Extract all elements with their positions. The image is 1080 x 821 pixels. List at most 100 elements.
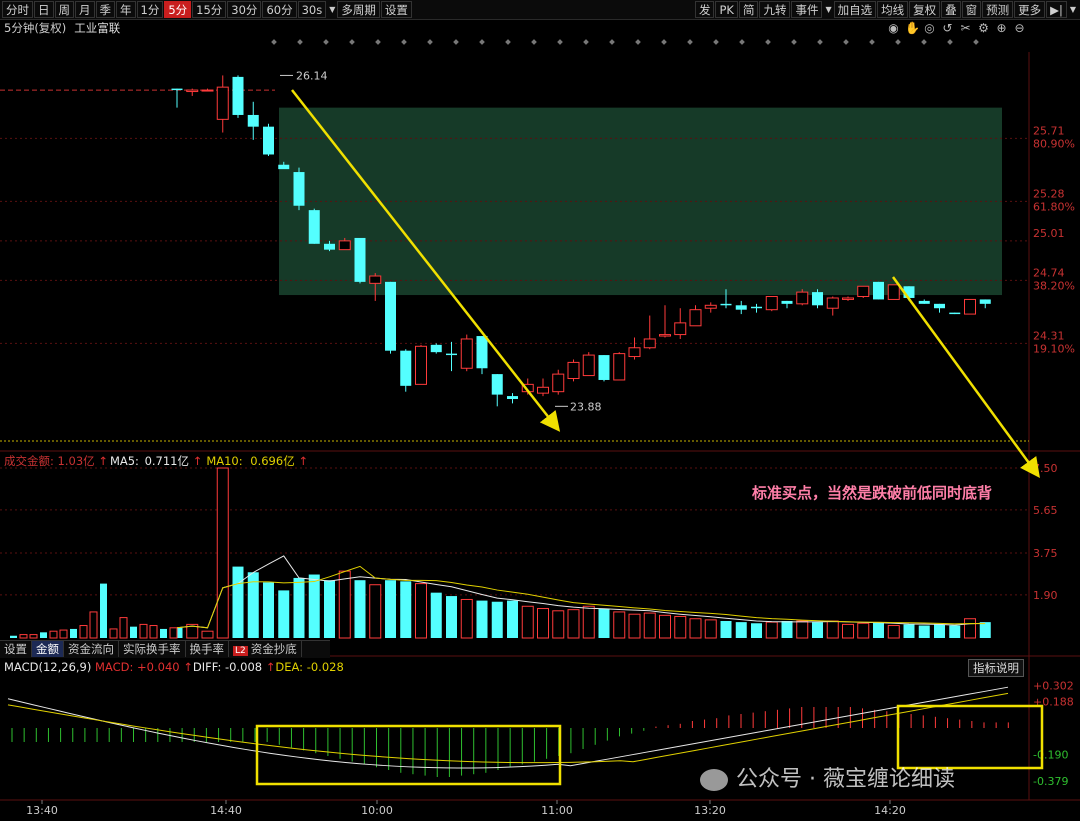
price-axis-label: 24.31 <box>1033 329 1065 342</box>
candle <box>628 347 641 358</box>
candle <box>735 305 747 310</box>
macd-axis-label: +0.302 <box>1033 680 1074 693</box>
event-marker <box>583 39 589 45</box>
candle <box>812 292 823 306</box>
candle <box>949 312 961 315</box>
volume-bar <box>169 627 178 639</box>
high-label: 26.14 <box>296 69 328 82</box>
tab-label: 设置 <box>4 642 27 656</box>
event-marker <box>765 39 771 45</box>
time-label: 10:00 <box>361 804 393 817</box>
indicator-tab[interactable]: L2 资金抄底 <box>229 641 302 657</box>
candle <box>430 344 442 353</box>
low-label: 23.88 <box>570 400 602 413</box>
volume-bar <box>689 618 702 639</box>
event-marker <box>271 39 277 45</box>
candle <box>582 354 595 377</box>
candle <box>232 76 244 115</box>
volume-bar <box>385 580 396 638</box>
time-label: 14:20 <box>874 804 906 817</box>
volume-bar <box>796 620 809 639</box>
volume-bar <box>507 600 518 638</box>
candle <box>826 297 839 309</box>
volume-bar <box>49 630 58 639</box>
macd-axis-label: -0.379 <box>1033 775 1068 788</box>
candle <box>491 374 503 395</box>
volume-bar <box>232 566 244 638</box>
volume-bar <box>139 623 148 639</box>
time-label: 14:40 <box>210 804 242 817</box>
candle <box>659 334 671 337</box>
event-marker <box>843 39 849 45</box>
volume-bar <box>704 619 717 639</box>
volume-bar <box>149 625 158 639</box>
ma5-label: MA5: <box>109 454 139 468</box>
indicator-tab[interactable]: 实际换手率 <box>119 641 186 657</box>
volume-bar <box>70 628 77 638</box>
volume-axis-label: 3.75 <box>1033 547 1058 560</box>
volume-bar <box>934 624 945 638</box>
tab-label: 换手率 <box>189 642 225 656</box>
macd-axis-label: -0.190 <box>1033 749 1068 762</box>
volume-bar <box>400 581 412 638</box>
candle <box>857 285 870 298</box>
volume-bar <box>430 592 442 638</box>
volume-bar <box>29 634 38 639</box>
indicator-help-button[interactable]: 指标说明 <box>968 659 1024 677</box>
volume-bar <box>79 625 88 639</box>
event-marker <box>323 39 329 45</box>
volume-bar <box>308 574 320 638</box>
volume-bar <box>216 467 229 639</box>
volume-axis-label: 5.65 <box>1033 504 1058 517</box>
event-marker <box>973 39 979 45</box>
indicator-tab[interactable]: 换手率 <box>186 641 229 657</box>
candle <box>751 306 762 309</box>
volume-bar <box>751 623 762 638</box>
price-axis-label: 25.28 <box>1033 187 1065 200</box>
annotation-text: 标准买点，当然是跌破前低同时底背 <box>752 484 993 502</box>
event-marker <box>869 39 875 45</box>
indicator-tab[interactable]: 金额 <box>32 641 64 657</box>
candle <box>400 350 412 386</box>
diff-label: DIFF: <box>192 660 222 674</box>
volume-bar <box>674 615 687 639</box>
kline-chart[interactable]: 26.14 23.88 25.7180.90% 25.2861.80% 25.01 24.… <box>0 0 1080 821</box>
up-arrow-icon: ↑ <box>183 660 193 674</box>
candle <box>873 281 884 300</box>
event-marker <box>479 39 485 45</box>
volume-bar <box>460 598 473 639</box>
candle <box>263 126 274 155</box>
event-marker <box>453 39 459 45</box>
volume-bar <box>720 621 732 638</box>
event-marker <box>921 39 927 45</box>
candle <box>674 322 687 336</box>
volume-bar <box>659 614 671 639</box>
candle <box>476 336 488 369</box>
volume-bar <box>537 608 549 639</box>
event-marker <box>739 39 745 45</box>
price-axis-label: 24.74 <box>1033 266 1065 279</box>
time-label: 13:40 <box>26 804 58 817</box>
candle <box>918 300 930 304</box>
up-arrow-icon: ↑ <box>192 454 203 468</box>
volume-bar <box>40 632 47 638</box>
wechat-icon <box>700 769 728 791</box>
volume-bar <box>613 611 626 639</box>
indicator-tab[interactable]: 设置 <box>0 641 32 657</box>
volume-bar <box>887 625 900 639</box>
indicator-tab[interactable]: 资金流向 <box>64 641 119 657</box>
l2-badge: L2 <box>233 646 248 656</box>
volume-bar <box>735 622 747 638</box>
candle <box>704 304 717 309</box>
volume-bar <box>812 622 823 638</box>
candle <box>598 355 610 380</box>
volume-bar <box>160 628 167 638</box>
volume-bar <box>89 611 98 639</box>
candle <box>201 89 214 92</box>
volume-bar <box>59 629 68 639</box>
ma10-value: 0.696亿 <box>250 454 295 468</box>
candle <box>186 89 199 93</box>
candle <box>293 172 305 206</box>
volume-bar <box>582 605 595 639</box>
time-label: 11:00 <box>541 804 573 817</box>
